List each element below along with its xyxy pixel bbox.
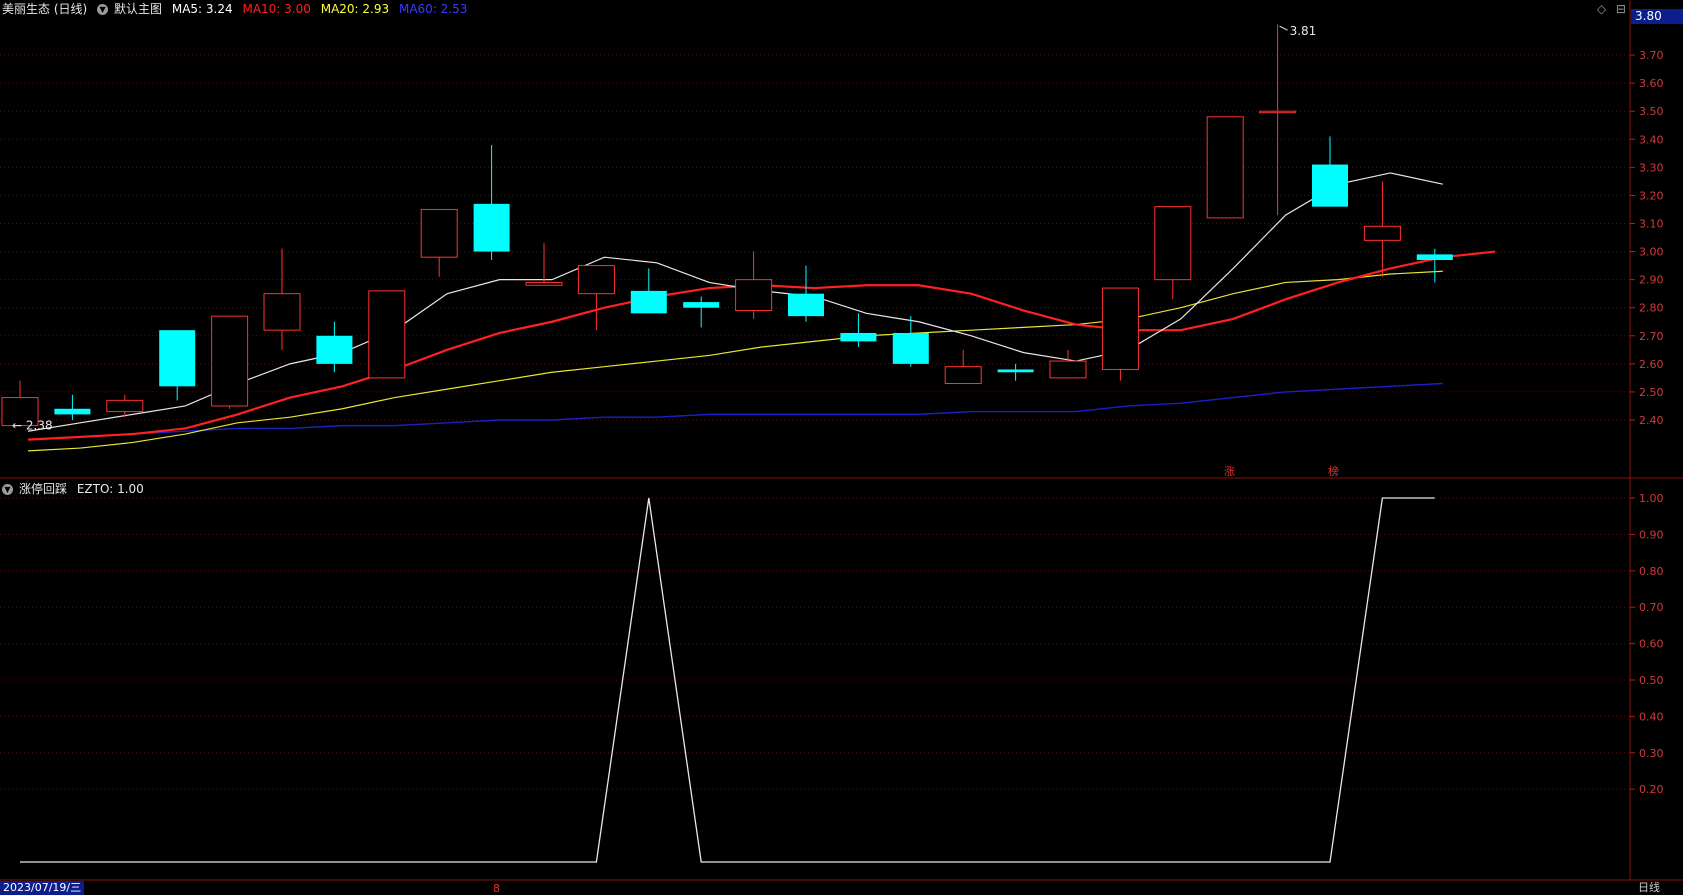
indicator-tick-label: 0.80 — [1639, 565, 1664, 578]
candle-body — [892, 332, 929, 364]
indicator-name[interactable]: 涨停回踩 — [19, 482, 67, 496]
candle-body — [788, 293, 824, 317]
limit-up-flag[interactable]: 涨 — [1224, 463, 1235, 479]
indicator-tick-label: 0.60 — [1639, 638, 1664, 651]
board-flag[interactable]: 榜 — [1328, 463, 1339, 479]
candle-body — [840, 332, 877, 342]
main-chart-header: 美丽生态 (日线) ▼ 默认主图 MA5: 3.24 MA10: 3.00 MA2… — [2, 1, 473, 17]
ma60-label: MA60: 2.53 — [398, 2, 468, 16]
price-tick-label: 3.40 — [1639, 133, 1664, 146]
candle-body — [683, 302, 720, 308]
low-price-label: ← 2.38 — [12, 419, 53, 433]
price-tick-label: 2.70 — [1639, 330, 1664, 343]
candle-body — [1154, 206, 1192, 281]
candle-body — [1101, 287, 1139, 370]
indicator-header: ▼ 涨停回踩 EZTO: 1.00 — [2, 481, 150, 497]
candle-body — [1259, 110, 1297, 114]
candle-body — [368, 290, 406, 379]
ma60-line — [132, 382, 1443, 435]
candle-body — [1312, 164, 1348, 207]
chevron-down-icon[interactable]: ▼ — [97, 4, 109, 15]
ma20-label: MA20: 2.93 — [320, 2, 390, 16]
chevron-down-icon[interactable]: ▼ — [2, 484, 13, 495]
stock-title[interactable]: 美丽生态 (日线) — [2, 2, 87, 16]
ma10-label: MA10: 3.00 — [242, 2, 311, 16]
high-pointer — [1279, 25, 1288, 31]
indicator-tick-label: 0.70 — [1639, 601, 1664, 614]
candle-body — [54, 408, 91, 415]
indicator-tick-label: 0.20 — [1639, 783, 1664, 796]
candle-body — [420, 208, 458, 258]
candle-body — [577, 265, 615, 295]
indicator-tick-label: 0.40 — [1639, 710, 1664, 723]
indicator-tick-label: 0.50 — [1639, 674, 1664, 687]
candle-body — [525, 281, 563, 286]
price-tick-label: 3.60 — [1639, 77, 1664, 90]
price-axis: 3.70 3.60 3.50 3.40 3.30 3.20 3.10 3.00 2.90 2.80… — [12, 24, 1664, 796]
candle-body — [1363, 225, 1401, 241]
price-tick-label: 2.50 — [1639, 386, 1664, 399]
candle-body — [1206, 116, 1244, 219]
candle-body — [316, 335, 353, 364]
moving-average-lines — [27, 172, 1496, 452]
indicator-tick-label: 1.00 — [1639, 492, 1664, 505]
high-price-label: 3.81 — [1290, 24, 1317, 38]
indicator-tick-label: 0.90 — [1639, 528, 1664, 541]
price-tick-label: 3.00 — [1639, 246, 1664, 259]
cursor-date-label: 2023/07/19/三 — [0, 881, 85, 895]
candle-body — [1049, 360, 1087, 379]
candle-body — [263, 293, 301, 331]
candle-body — [159, 330, 196, 387]
candle-body — [106, 399, 144, 413]
candlestick-series[interactable] — [1, 24, 1453, 427]
kline-chart[interactable]: 3.70 3.60 3.50 3.40 3.30 3.20 3.10 3.00 2.90 2.80… — [0, 0, 1683, 895]
price-tick-label: 3.20 — [1639, 189, 1664, 202]
current-price-badge: 3.80 — [1631, 9, 1683, 24]
candle-body — [211, 315, 249, 407]
window-controls-icon[interactable]: ◇ ⊟ — [1597, 2, 1629, 16]
main-chart-selector[interactable]: 默认主图 — [114, 2, 162, 16]
indicator-tick-label: 0.30 — [1639, 747, 1664, 760]
period-tab[interactable]: 日线 — [1638, 881, 1660, 895]
price-tick-label: 3.30 — [1639, 161, 1664, 174]
price-tick-label: 3.50 — [1639, 105, 1664, 118]
grid-lines — [0, 0, 1683, 881]
candle-body — [1416, 254, 1453, 260]
ma5-label: MA5: 3.24 — [171, 2, 233, 16]
indicator-value: EZTO: 1.00 — [76, 482, 144, 496]
candle-body — [735, 279, 773, 312]
price-tick-label: 3.10 — [1639, 218, 1664, 231]
candle-body — [944, 366, 982, 385]
price-tick-label: 2.80 — [1639, 302, 1664, 315]
candle-body — [997, 369, 1034, 373]
price-tick-label: 3.70 — [1639, 49, 1664, 62]
price-tick-label: 2.90 — [1639, 274, 1664, 287]
candle-body — [473, 203, 510, 252]
candle-body — [630, 290, 667, 314]
time-axis-marker: 8 — [493, 882, 500, 895]
price-tick-label: 2.40 — [1639, 414, 1664, 427]
price-tick-label: 2.60 — [1639, 358, 1664, 371]
